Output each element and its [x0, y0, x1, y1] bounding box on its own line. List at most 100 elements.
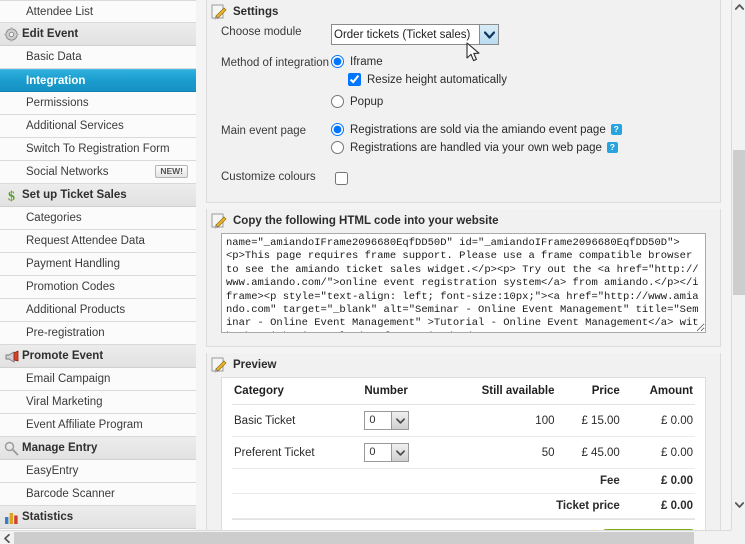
horizontal-scrollbar[interactable] — [0, 530, 745, 544]
sidebar-item-pre-registration[interactable]: Pre-registration — [0, 322, 196, 345]
sidebar-section-label: Manage Entry — [22, 442, 98, 454]
fee-row: Fee £ 0.00 — [232, 468, 695, 494]
choose-module-field: Order tickets (Ticket sales) — [331, 24, 706, 45]
customize-colours-checkbox[interactable] — [335, 172, 348, 185]
sidebar-item-additional-services[interactable]: Additional Services — [0, 115, 196, 138]
method-popup-radio[interactable] — [331, 95, 344, 108]
bar-chart-icon — [4, 510, 19, 525]
cell-amount: £ 0.00 — [621, 404, 695, 437]
sidebar-item-permissions[interactable]: Permissions — [0, 92, 196, 115]
html-code-panel-header: Copy the following HTML code into your w… — [207, 209, 720, 233]
horizontal-scrollbar-thumb[interactable] — [14, 532, 694, 544]
sidebar-item-attendee-list[interactable]: Attendee List — [0, 0, 196, 23]
chevron-down-icon[interactable] — [391, 412, 409, 429]
main-option2-radio[interactable] — [331, 141, 344, 154]
ticket-price-label: Ticket price — [232, 493, 622, 519]
sidebar-section-edit-event[interactable]: Edit Event — [0, 23, 196, 46]
table-row: Basic Ticket 0 100 £ 15.00 £ 0.00 — [232, 404, 695, 437]
new-badge: NEW! — [155, 165, 188, 178]
sidebar-item-payment-handling[interactable]: Payment Handling — [0, 253, 196, 276]
sidebar-item-label: Additional Services — [26, 120, 124, 132]
sidebar-item-basic-data[interactable]: Basic Data — [0, 46, 196, 69]
pencil-icon — [211, 357, 227, 373]
main-option2-label[interactable]: Registrations are handled via your own w… — [350, 142, 602, 154]
method-iframe-radio[interactable] — [331, 55, 344, 68]
sidebar-item-switch-to-registration-form[interactable]: Switch To Registration Form — [0, 138, 196, 161]
quantity-select[interactable]: 0 — [364, 411, 410, 430]
payment-and-action-row: MasterCardVISAVISAELECTRONAMERICANEXPRES… — [232, 519, 695, 530]
sidebar-item-label: Basic Data — [26, 51, 82, 63]
sidebar-item-promotion-codes[interactable]: Promotion Codes — [0, 276, 196, 299]
main-event-page-label: Main event page — [221, 125, 307, 137]
scroll-down-icon[interactable] — [732, 498, 745, 512]
sidebar-section-manage-entry[interactable]: Manage Entry — [0, 437, 196, 460]
gear-icon — [4, 27, 19, 42]
cell-category: Basic Ticket — [232, 404, 363, 437]
ticket-table-body: Basic Ticket 0 100 £ 15.00 £ 0.00 Preferent T… — [232, 404, 695, 469]
sidebar-item-barcode-scanner[interactable]: Barcode Scanner — [0, 483, 196, 506]
cell-number: 0 — [362, 404, 438, 437]
main-option2-row[interactable]: Registrations are handled via your own w… — [331, 141, 706, 154]
method-iframe-row[interactable]: Iframe — [331, 55, 706, 68]
choose-module-select[interactable]: Order tickets (Ticket sales) — [331, 24, 499, 45]
cell-price: £ 15.00 — [556, 404, 622, 437]
sidebar-item-request-attendee-data[interactable]: Request Attendee Data — [0, 230, 196, 253]
choose-module-select-wrap[interactable]: Order tickets (Ticket sales) — [331, 24, 499, 45]
method-popup-label[interactable]: Popup — [350, 96, 383, 108]
main-option1-radio[interactable] — [331, 123, 344, 136]
sidebar-item-email-campaign[interactable]: Email Campaign — [0, 368, 196, 391]
sidebar-item-easyentry[interactable]: EasyEntry — [0, 460, 196, 483]
sidebar-section-label: Statistics — [22, 511, 74, 523]
pencil-icon — [211, 4, 227, 20]
sidebar-item-label: Barcode Scanner — [26, 488, 115, 500]
sidebar-item-label: Integration — [26, 75, 86, 87]
html-code-textarea[interactable] — [221, 233, 706, 333]
sidebar-item-integration[interactable]: Integration — [0, 69, 196, 92]
chevron-down-icon[interactable] — [391, 444, 409, 461]
sidebar-section-set-up-ticket-sales[interactable]: $ Set up Ticket Sales — [0, 184, 196, 207]
help-icon[interactable]: ? — [606, 142, 618, 153]
megaphone-icon — [4, 349, 19, 364]
cell-still-available: 100 — [437, 404, 557, 437]
vertical-scrollbar-thumb[interactable] — [733, 150, 745, 295]
sidebar-item-label: Payment Handling — [26, 258, 120, 270]
cell-amount: £ 0.00 — [621, 436, 695, 469]
sidebar-item-label: Additional Products — [26, 304, 126, 316]
table-header-row: Category Number Still available Price Amount — [232, 378, 695, 405]
sidebar-item-viral-marketing[interactable]: Viral Marketing — [0, 391, 196, 414]
scroll-left-icon[interactable] — [0, 531, 14, 544]
cell-price: £ 45.00 — [556, 436, 622, 469]
help-icon[interactable]: ? — [610, 124, 622, 135]
vertical-scrollbar[interactable] — [731, 0, 745, 530]
quantity-value: 0 — [369, 414, 376, 426]
resize-height-label[interactable]: Resize height automatically — [367, 74, 507, 86]
html-code-panel: Copy the following HTML code into your w… — [206, 209, 721, 347]
sidebar-item-social-networks[interactable]: Social Networks NEW! — [0, 161, 196, 184]
ticket-table-totals: Fee £ 0.00 Ticket price £ 0.00 — [232, 468, 695, 519]
quantity-select[interactable]: 0 — [364, 443, 410, 462]
column-header-still-available: Still available — [437, 378, 557, 405]
method-iframe-label[interactable]: Iframe — [350, 56, 383, 68]
main-option1-row[interactable]: Registrations are sold via the amiando e… — [331, 123, 706, 136]
main-option1-label[interactable]: Registrations are sold via the amiando e… — [350, 124, 606, 136]
cell-category: Preferent Ticket — [232, 436, 363, 469]
sidebar-item-label: Switch To Registration Form — [26, 143, 170, 155]
main-content: Settings Choose module Order tickets (Ti… — [196, 0, 731, 530]
preview-panel: Preview Category Number Still available Pri… — [206, 353, 721, 530]
sidebar-item-categories[interactable]: Categories — [0, 207, 196, 230]
sidebar-section-label: Edit Event — [22, 28, 79, 40]
method-of-integration-row: Method of integration Iframe Resize heig… — [221, 55, 706, 113]
scroll-up-icon[interactable] — [732, 0, 745, 14]
sidebar-item-label: Promotion Codes — [26, 281, 115, 293]
resize-height-checkbox[interactable] — [348, 73, 361, 86]
method-popup-row[interactable]: Popup — [331, 95, 706, 108]
main-event-page-row: Main event page Registrations are sold v… — [221, 123, 706, 159]
sidebar-item-label: Categories — [26, 212, 82, 224]
sidebar-section-statistics[interactable]: Statistics — [0, 506, 196, 529]
sidebar-item-additional-products[interactable]: Additional Products — [0, 299, 196, 322]
sidebar-item-label: Social Networks — [26, 166, 109, 178]
sidebar-item-event-affiliate-program[interactable]: Event Affiliate Program — [0, 414, 196, 437]
sidebar-section-promote-event[interactable]: Promote Event — [0, 345, 196, 368]
resize-height-row[interactable]: Resize height automatically — [348, 73, 706, 86]
settings-panel-body: Choose module Order tickets (Ticket sale… — [207, 24, 720, 202]
